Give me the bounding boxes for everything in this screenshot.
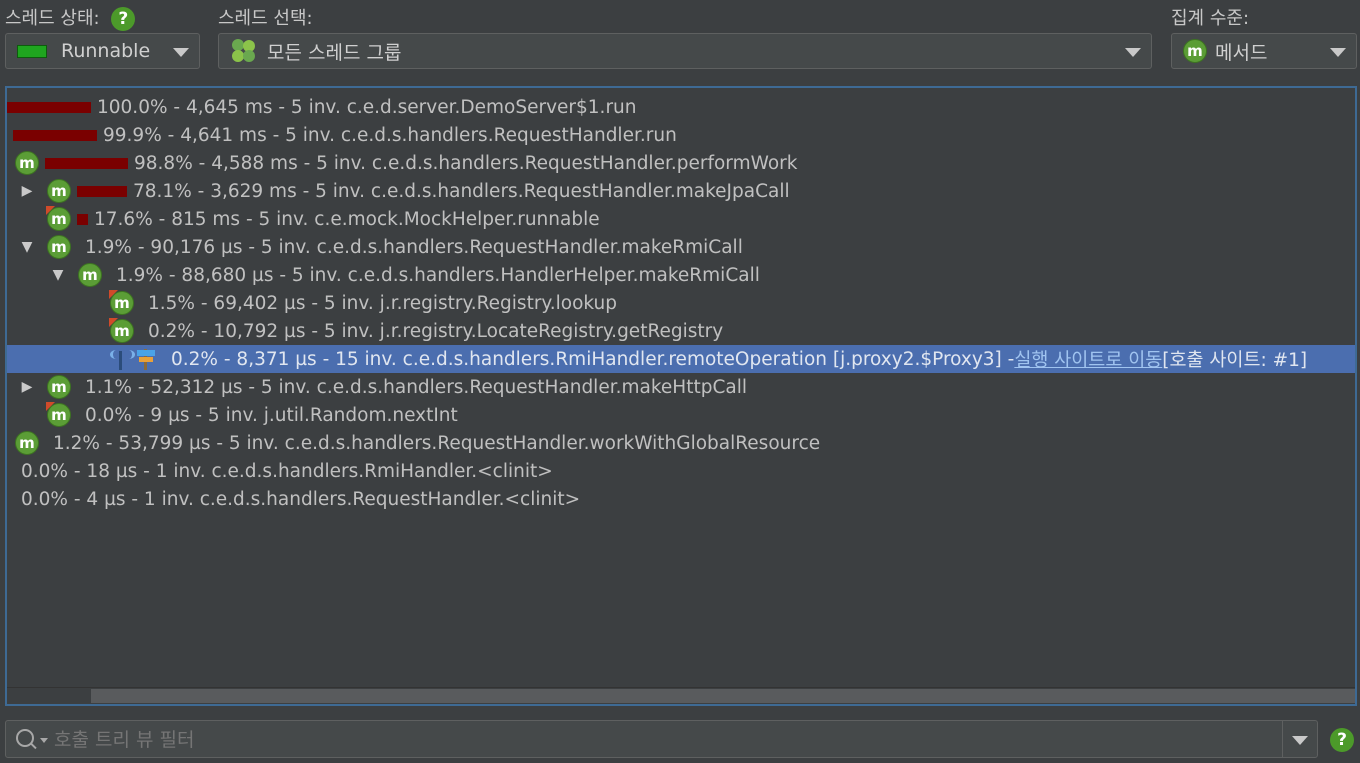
method-icon: m — [47, 375, 71, 399]
expand-arrow-icon[interactable]: ▶ — [19, 183, 35, 199]
method-icon: m — [47, 179, 71, 203]
aggregation-label: 집계 수준: — [1171, 8, 1250, 29]
thread-state-combo[interactable]: Runnable — [5, 33, 200, 69]
collapse-arrow-icon[interactable]: ▼ — [50, 267, 66, 283]
signpost-icon — [135, 347, 157, 371]
tree-row[interactable]: ▶ m 78.1% - 3,629 ms - 5 inv. c.e.d.s.ha… — [7, 177, 1355, 205]
thread-state-value: Runnable — [61, 40, 151, 62]
call-site-suffix: [호출 사이트: #1] — [1162, 350, 1308, 371]
thread-state-label-text: 스레드 상태: — [5, 8, 100, 29]
method-icon: m — [47, 235, 71, 259]
runnable-swatch-icon — [17, 44, 47, 58]
tree-row[interactable]: ▶ m 1.1% - 52,312 µs - 5 inv. c.e.d.s.ha… — [7, 373, 1355, 401]
chevron-down-icon[interactable] — [1330, 48, 1346, 57]
row-text: 17.6% - 815 ms - 5 inv. c.e.mock.MockHel… — [94, 208, 600, 230]
tree-row[interactable]: m 98.8% - 4,588 ms - 5 inv. c.e.d.s.hand… — [7, 149, 1355, 177]
method-icon: m — [46, 206, 71, 231]
tree-filter-field[interactable] — [5, 720, 1318, 758]
help-icon[interactable]: ? — [111, 7, 136, 31]
time-bar — [77, 213, 88, 225]
thread-select-label: 스레드 선택: — [218, 8, 313, 29]
tree-row[interactable]: m 0.0% - 9 µs - 5 inv. j.util.Random.nex… — [7, 401, 1355, 429]
tree-row[interactable]: m 1.5% - 69,402 µs - 5 inv. j.r.registry… — [7, 289, 1355, 317]
row-text: 98.8% - 4,588 ms - 5 inv. c.e.d.s.handle… — [134, 152, 798, 174]
method-icon: m — [78, 263, 102, 287]
help-icon[interactable]: ? — [1330, 728, 1354, 752]
rmi-antenna-icon — [107, 347, 135, 371]
time-bar — [7, 101, 91, 113]
tree-row-selected[interactable]: 0.2% - 8,371 µs - 15 inv. c.e.d.s.handle… — [7, 345, 1355, 373]
horizontal-scrollbar[interactable] — [7, 687, 1355, 704]
expand-arrow-icon[interactable]: ▶ — [19, 379, 35, 395]
tree-row[interactable]: 99.9% - 4,641 ms - 5 inv. c.e.d.s.handle… — [7, 121, 1355, 149]
tree-row[interactable]: ▼ m 1.9% - 90,176 µs - 5 inv. c.e.d.s.ha… — [7, 233, 1355, 261]
method-icon: m — [46, 402, 71, 427]
tree-row[interactable]: 100.0% - 4,645 ms - 5 inv. c.e.d.server.… — [7, 93, 1355, 121]
tree-row[interactable]: 0.0% - 4 µs - 1 inv. c.e.d.s.handlers.Re… — [7, 485, 1355, 513]
row-text: 1.9% - 90,176 µs - 5 inv. c.e.d.s.handle… — [85, 236, 743, 258]
filter-input[interactable] — [52, 724, 1286, 756]
time-bar — [13, 129, 97, 141]
tree-row[interactable]: m 0.2% - 10,792 µs - 5 inv. j.r.registry… — [7, 317, 1355, 345]
tree-row[interactable]: m 17.6% - 815 ms - 5 inv. c.e.mock.MockH… — [7, 205, 1355, 233]
method-icon: m — [15, 151, 39, 175]
filter-dropdown-button[interactable] — [1282, 721, 1317, 757]
goto-site-link[interactable]: 실행 사이트로 이동 — [1014, 346, 1162, 372]
chevron-down-icon — [1292, 736, 1308, 745]
row-text: 1.1% - 52,312 µs - 5 inv. c.e.d.s.handle… — [85, 376, 747, 398]
thread-group-icon — [231, 38, 257, 64]
row-text: 0.2% - 10,792 µs - 5 inv. j.r.registry.L… — [148, 320, 724, 342]
thread-select-combo[interactable]: 모든 스레드 그룹 — [218, 33, 1152, 69]
row-text: 100.0% - 4,645 ms - 5 inv. c.e.d.server.… — [97, 96, 637, 118]
method-icon: m — [15, 431, 39, 455]
tree-row[interactable]: ▼ m 1.9% - 88,680 µs - 5 inv. c.e.d.s.ha… — [7, 261, 1355, 289]
row-text: 1.5% - 69,402 µs - 5 inv. j.r.registry.R… — [148, 292, 618, 314]
row-text: 1.2% - 53,799 µs - 5 inv. c.e.d.s.handle… — [53, 432, 821, 454]
tree-row[interactable]: 0.0% - 18 µs - 1 inv. c.e.d.s.handlers.R… — [7, 457, 1355, 485]
row-text: 1.9% - 88,680 µs - 5 inv. c.e.d.s.handle… — [116, 264, 760, 286]
thread-state-label: 스레드 상태: ? — [5, 4, 136, 31]
time-bar — [45, 157, 128, 169]
row-text: 0.0% - 4 µs - 1 inv. c.e.d.s.handlers.Re… — [21, 488, 581, 510]
search-icon-handle — [30, 742, 37, 750]
aggregation-value: 메서드 — [1215, 41, 1268, 64]
chevron-down-icon[interactable] — [173, 48, 189, 57]
method-icon: m — [109, 290, 134, 315]
thread-select-value: 모든 스레드 그룹 — [267, 41, 402, 64]
method-icon: m — [1183, 39, 1207, 63]
row-text: 0.0% - 18 µs - 1 inv. c.e.d.s.handlers.R… — [21, 460, 553, 482]
call-tree[interactable]: 100.0% - 4,645 ms - 5 inv. c.e.d.server.… — [5, 86, 1357, 706]
aggregation-combo[interactable]: m 메서드 — [1171, 33, 1357, 69]
row-text: 0.0% - 9 µs - 5 inv. j.util.Random.nextI… — [85, 404, 458, 426]
row-text: 78.1% - 3,629 ms - 5 inv. c.e.d.s.handle… — [133, 180, 790, 202]
tree-row[interactable]: m 1.2% - 53,799 µs - 5 inv. c.e.d.s.hand… — [7, 429, 1355, 457]
row-text: 0.2% - 8,371 µs - 15 inv. c.e.d.s.handle… — [171, 348, 1015, 370]
time-bar — [77, 185, 127, 197]
scrollbar-thumb[interactable] — [91, 689, 1355, 703]
method-icon: m — [109, 318, 134, 343]
collapse-arrow-icon[interactable]: ▼ — [19, 239, 35, 255]
row-text: 99.9% - 4,641 ms - 5 inv. c.e.d.s.handle… — [103, 124, 677, 146]
search-options-chevron-icon — [40, 738, 48, 743]
chevron-down-icon[interactable] — [1125, 48, 1141, 57]
